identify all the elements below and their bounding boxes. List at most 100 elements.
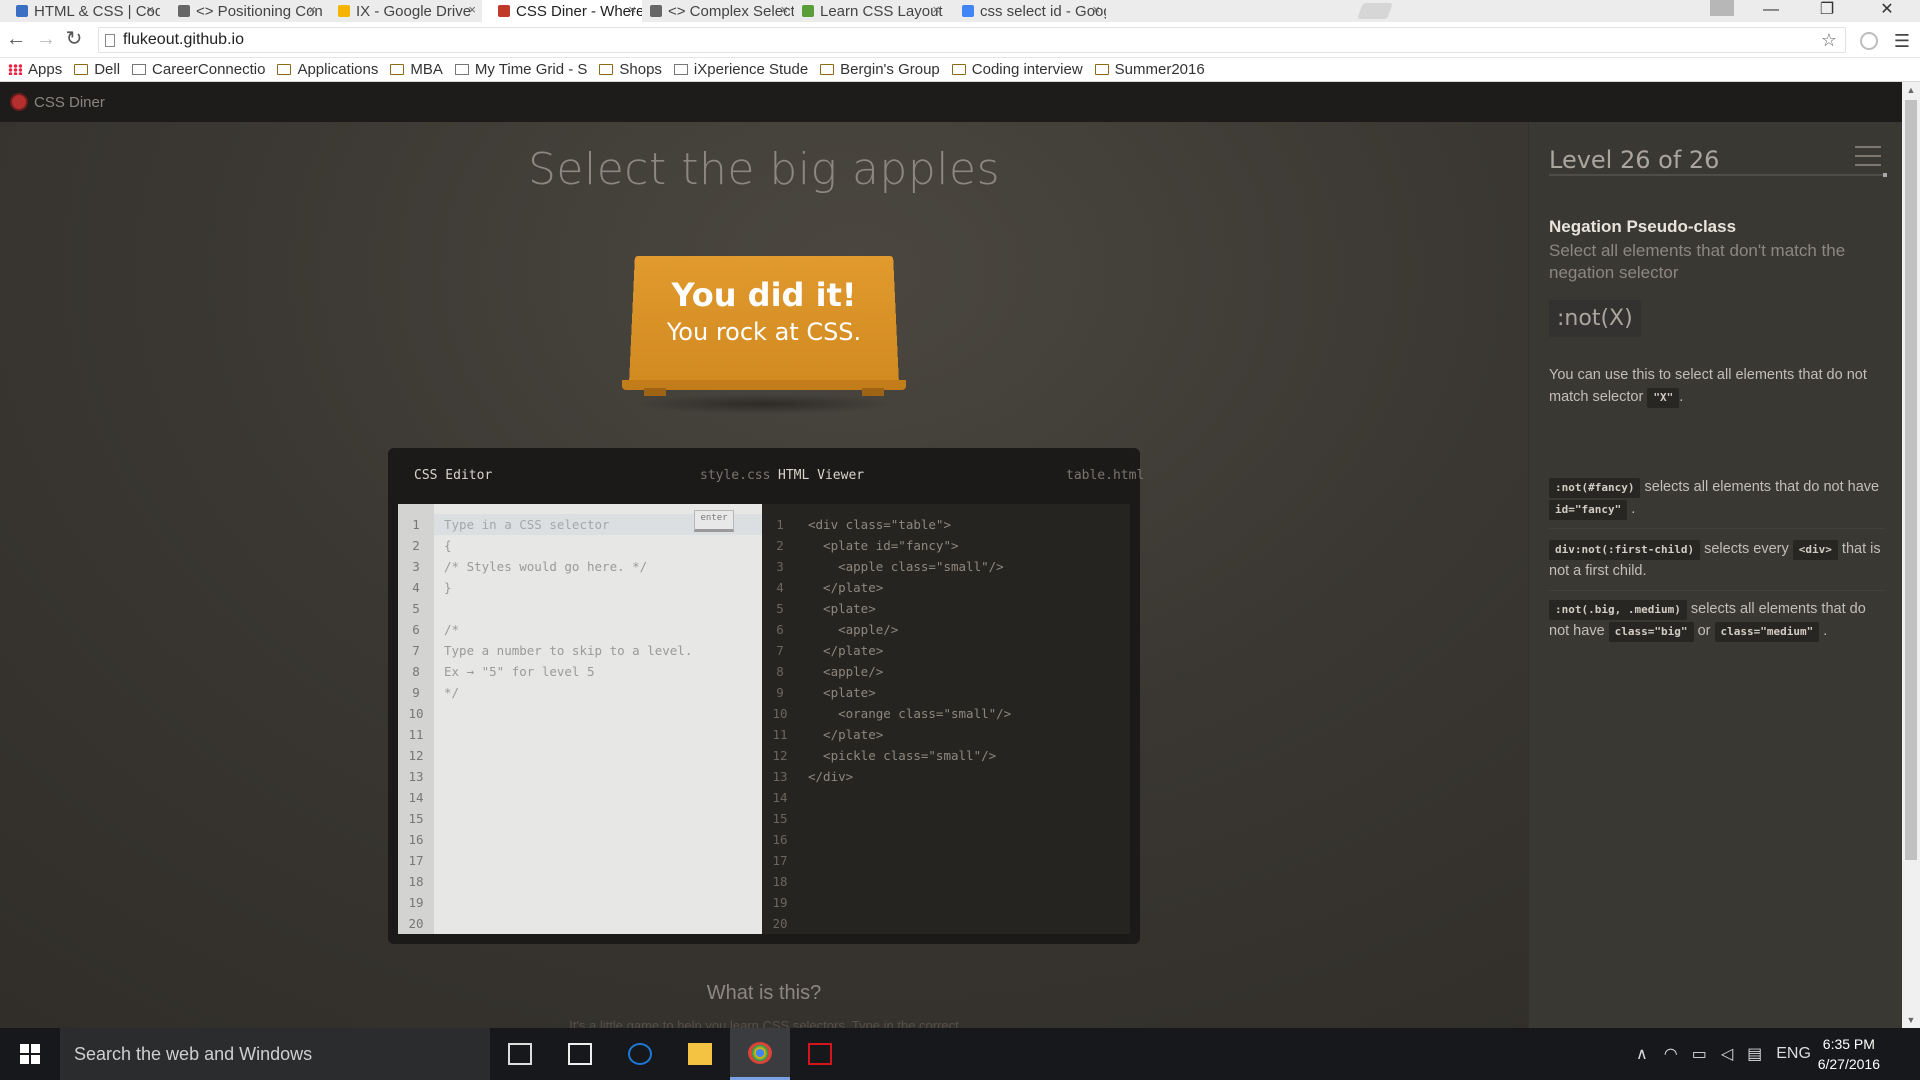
- back-icon[interactable]: ←: [4, 28, 28, 52]
- line-number: 14: [772, 790, 788, 805]
- task-view-icon: [508, 1043, 532, 1065]
- browser-tab[interactable]: HTML & CSS | Codec×: [0, 0, 160, 22]
- folder-icon: [74, 64, 89, 75]
- css-code-line: [444, 787, 692, 808]
- bookmark-item[interactable]: Dell: [74, 61, 120, 78]
- example-code: div:not(:first-child): [1549, 540, 1701, 560]
- browser-tab[interactable]: IX - Google Drive ×: [322, 0, 482, 22]
- line-number: 13: [772, 769, 788, 784]
- apps-grid-icon: [8, 64, 22, 75]
- extension-icon[interactable]: [1860, 32, 1878, 50]
- taskbar-app[interactable]: [490, 1028, 550, 1080]
- example-code: <div>: [1792, 540, 1838, 560]
- close-tab-icon[interactable]: ×: [1092, 2, 1100, 17]
- line-number: 4: [776, 580, 784, 595]
- html-code-line: <apple/>: [808, 622, 899, 637]
- enter-button[interactable]: enter: [694, 510, 734, 532]
- bookmark-item[interactable]: CareerConnectio: [132, 61, 265, 78]
- bookmark-item[interactable]: Apps: [8, 61, 62, 78]
- browser-toolbar: ← → ↻ ☆ ☰: [0, 22, 1920, 58]
- html-code-line: [808, 913, 1011, 934]
- table-leg: [644, 388, 666, 396]
- level-header: Level 26 of 26: [1549, 146, 1887, 177]
- css-code-line: [444, 724, 692, 745]
- restore-icon[interactable]: ❐: [1800, 0, 1854, 22]
- start-button[interactable]: [0, 1028, 60, 1080]
- close-tab-icon[interactable]: ×: [468, 2, 476, 17]
- store-icon: [568, 1043, 592, 1065]
- bookmark-item[interactable]: Applications: [277, 61, 378, 78]
- css-code-line: [444, 913, 692, 934]
- browser-tab[interactable]: <> Positioning Content×: [162, 0, 322, 22]
- wifi-icon[interactable]: ◠: [1664, 1044, 1678, 1064]
- profile-icon[interactable]: [1710, 0, 1734, 16]
- browser-tab[interactable]: Learn CSS Layout ×: [786, 0, 946, 22]
- taskbar-app[interactable]: [670, 1028, 730, 1080]
- close-tab-icon[interactable]: ×: [308, 2, 316, 17]
- scroll-down-icon[interactable]: ▼: [1902, 1012, 1920, 1028]
- scroll-thumb[interactable]: [1905, 100, 1917, 860]
- volume-icon[interactable]: ◁: [1721, 1044, 1733, 1064]
- scroll-up-icon[interactable]: ▲: [1902, 82, 1920, 98]
- file-explorer-icon: [688, 1043, 712, 1065]
- taskbar-app[interactable]: [790, 1028, 850, 1080]
- tray-overflow-icon[interactable]: ∧: [1636, 1044, 1648, 1064]
- chrome-menu-icon[interactable]: ☰: [1894, 31, 1910, 52]
- close-tab-icon[interactable]: ×: [146, 2, 154, 17]
- bookmark-item[interactable]: Shops: [599, 61, 662, 78]
- taskbar-search[interactable]: Search the web and Windows: [60, 1028, 490, 1080]
- line-number: 8: [776, 664, 784, 679]
- taskbar-clock[interactable]: 6:35 PM 6/27/2016: [1818, 1034, 1880, 1074]
- action-center-icon[interactable]: ▤: [1747, 1044, 1762, 1064]
- notifications-icon[interactable]: [1890, 1042, 1916, 1064]
- url-input[interactable]: [123, 31, 1723, 49]
- selector-name: Negation Pseudo-class: [1549, 217, 1737, 236]
- css-editor-title: CSS Editor: [414, 468, 493, 483]
- html-code-line: </plate>: [808, 727, 884, 742]
- drive-icon: [338, 5, 350, 17]
- reload-icon[interactable]: ↻: [62, 28, 86, 52]
- taskbar-app[interactable]: [730, 1028, 790, 1080]
- bookmark-item[interactable]: iXperience Stude: [673, 61, 808, 78]
- css-line-numbers: 1 2 3 4 5 6 7 8 9 10 11 12 13 14 15 16 17 18 19 20: [398, 504, 434, 934]
- browser-tab[interactable]: css select id - Google×: [946, 0, 1106, 22]
- page-scrollbar[interactable]: ▲ ▼: [1902, 82, 1920, 1028]
- line-number: 16: [408, 832, 424, 847]
- minimize-icon[interactable]: —: [1744, 0, 1798, 22]
- bookmarks-bar: Apps Dell CareerConnectio Applications MBA My…: [0, 58, 1920, 82]
- css-code-line: Ex → "5" for level 5: [444, 664, 595, 679]
- edge-icon: [628, 1043, 652, 1065]
- timegrid-icon: [454, 64, 469, 75]
- css-code-line: Type a number to skip to a level.: [444, 643, 693, 658]
- bookmark-item[interactable]: Bergin's Group: [820, 61, 940, 78]
- browser-tab[interactable]: CSS Diner - Where w×: [482, 0, 642, 22]
- bookmark-item[interactable]: Summer2016: [1094, 61, 1205, 78]
- css-code-line: /*: [444, 622, 460, 637]
- bookmark-item[interactable]: MBA: [390, 61, 443, 78]
- html-code-line: <plate>: [808, 685, 876, 700]
- taskbar-app[interactable]: [610, 1028, 670, 1080]
- line-number: 4: [412, 580, 420, 595]
- address-bar[interactable]: ☆: [98, 27, 1846, 53]
- battery-icon[interactable]: ▭: [1692, 1044, 1707, 1064]
- line-number: 18: [772, 874, 788, 889]
- tab-title: IX - Google Drive: [356, 2, 472, 20]
- example-text: .: [1823, 623, 1828, 639]
- css-code-line: [444, 766, 692, 787]
- html-code-line: [808, 850, 1011, 871]
- folder-icon: [1094, 64, 1109, 75]
- browser-tab[interactable]: <> Complex Selectors -×: [634, 0, 794, 22]
- bookmark-star-icon[interactable]: ☆: [1821, 30, 1837, 51]
- level-menu-icon[interactable]: [1855, 146, 1881, 168]
- close-window-icon[interactable]: ✕: [1860, 0, 1914, 22]
- language-indicator[interactable]: ENG: [1776, 1045, 1811, 1063]
- bookmark-item[interactable]: My Time Grid - S: [454, 61, 587, 78]
- taskbar-app[interactable]: [550, 1028, 610, 1080]
- close-tab-icon[interactable]: ×: [932, 2, 940, 17]
- selector-example: :not(.big, .medium) selects all elements…: [1549, 598, 1885, 650]
- bookmark-item[interactable]: Coding interview: [951, 61, 1083, 78]
- forward-icon[interactable]: →: [34, 28, 58, 52]
- hint-code: "X": [1647, 388, 1680, 408]
- line-number: 12: [408, 748, 424, 763]
- new-tab-button[interactable]: [1357, 3, 1393, 19]
